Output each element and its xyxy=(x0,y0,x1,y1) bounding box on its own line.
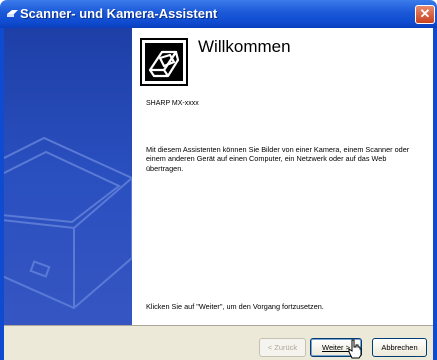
close-button[interactable]: ✕ xyxy=(415,5,435,24)
page-title: Willkommen xyxy=(198,37,291,56)
window-frame-right xyxy=(433,28,437,360)
back-button[interactable]: < Zurück xyxy=(259,338,306,357)
wizard-sidebar xyxy=(4,28,132,325)
button-bar: < Zurück Weiter > Abbrechen xyxy=(4,325,433,360)
scanner-camera-wizard-icon xyxy=(7,10,18,17)
next-button-label: Weiter > xyxy=(322,343,350,352)
continue-hint: Klicken Sie auf "Weiter", um den Vorgang… xyxy=(146,302,324,311)
scanner-illustration xyxy=(4,136,132,310)
hand-pointer-cursor xyxy=(348,339,362,359)
wizard-content: Willkommen SHARP MX-xxxx Mit diesem Assi… xyxy=(132,28,433,325)
window-title: Scanner- und Kamera-Assistent xyxy=(20,6,218,21)
device-name: SHARP MX-xxxx xyxy=(146,100,199,107)
close-icon: ✕ xyxy=(419,6,431,21)
cancel-button-label: Abbrechen xyxy=(381,343,418,352)
back-button-label: < Zurück xyxy=(267,343,298,352)
cancel-button[interactable]: Abbrechen xyxy=(372,338,427,357)
wizard-description: Mit diesem Assistenten können Sie Bilder… xyxy=(146,145,410,173)
title-bar[interactable]: Scanner- und Kamera-Assistent ✕ xyxy=(0,0,437,28)
camera-photo-icon xyxy=(140,38,188,86)
